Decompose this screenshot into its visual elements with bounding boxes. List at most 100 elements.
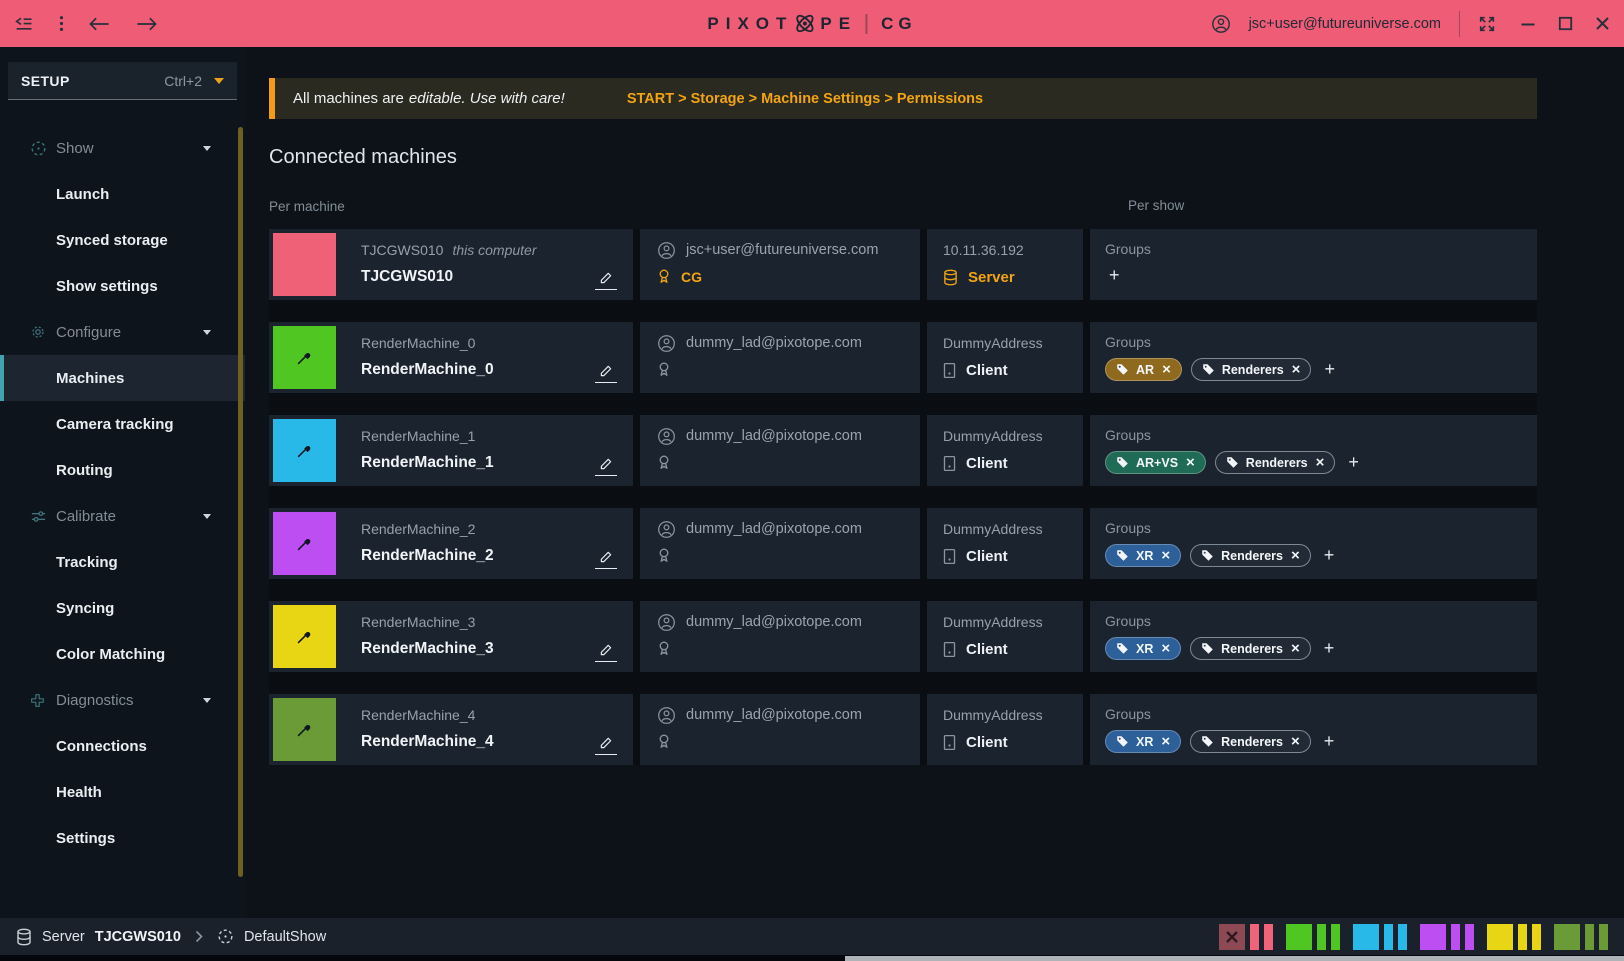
product-label: CG [881,14,917,34]
machine-indicator[interactable] [1420,924,1474,950]
remove-tag-icon[interactable]: × [1291,734,1300,749]
add-group-button[interactable]: + [1324,731,1335,752]
group-tag[interactable]: XR × [1105,730,1181,753]
machine-indicator[interactable] [1219,924,1273,950]
minimize-button[interactable] [1520,17,1536,31]
sidebar-item-settings[interactable]: Settings [0,815,245,861]
role-label: Client [966,641,1008,658]
indicator-bar [1317,924,1326,950]
machine-color-swatch[interactable] [273,233,336,296]
sidebar-item-show-settings[interactable]: Show settings [0,263,245,309]
sidebar-scrollbar[interactable] [238,127,243,877]
add-group-button[interactable]: + [1348,452,1359,473]
edit-name-button[interactable] [595,642,617,662]
group-tag[interactable]: AR × [1105,358,1182,381]
machine-address: DummyAddress [943,707,1043,723]
machine-color-swatch[interactable] [273,512,336,575]
remove-tag-icon[interactable]: × [1291,641,1300,656]
sidebar-item-syncing[interactable]: Syncing [0,585,245,631]
indicator-bar [1250,924,1259,950]
machine-indicator[interactable] [1353,924,1407,950]
machine-name-cell: RenderMachine_4 RenderMachine_4 [269,694,633,765]
machine-color-swatch[interactable] [273,419,336,482]
machine-color-swatch[interactable] [273,698,336,761]
group-tag[interactable]: XR × [1105,544,1181,567]
close-button[interactable] [1595,16,1610,31]
user-email: dummy_lad@pixotope.com [686,521,862,537]
sidebar-label: Show settings [56,278,158,295]
scale-ui-icon[interactable] [1478,15,1496,33]
edit-name-button[interactable] [595,270,617,290]
sidebar-item-camera-tracking[interactable]: Camera tracking [0,401,245,447]
breadcrumb[interactable]: START > Storage > Machine Settings > Per… [627,91,983,107]
sidebar-item-launch[interactable]: Launch [0,171,245,217]
add-group-button[interactable]: + [1324,545,1335,566]
horizontal-scrollbar-thumb[interactable] [845,956,1624,961]
group-tag[interactable]: Renderers × [1215,451,1336,474]
remove-tag-icon[interactable]: × [1292,362,1301,377]
signed-in-email[interactable]: jsc+user@futureuniverse.com [1249,16,1441,32]
sidebar-item-connections[interactable]: Connections [0,723,245,769]
sidebar-item-health[interactable]: Health [0,769,245,815]
edit-name-button[interactable] [595,363,617,383]
edit-name-button[interactable] [595,456,617,476]
collapse-sidebar-icon[interactable] [14,15,35,33]
remove-tag-icon[interactable]: × [1161,641,1170,656]
sidebar-group-configure[interactable]: Configure [0,309,245,355]
indicator-square [1286,924,1312,950]
sidebar-item-routing[interactable]: Routing [0,447,245,493]
role-label: Client [966,548,1008,565]
offline-x-icon [1224,929,1240,945]
group-tag[interactable]: Renderers × [1190,544,1311,567]
maximize-button[interactable] [1558,16,1573,31]
eyedropper-icon [296,349,313,366]
add-group-button[interactable]: + [1109,265,1120,286]
sidebar-item-synced-storage[interactable]: Synced storage [0,217,245,263]
sidebar-group-show[interactable]: Show [0,125,245,171]
edit-name-button[interactable] [595,735,617,755]
client-icon [943,734,956,751]
edit-name-button[interactable] [595,549,617,569]
server-name[interactable]: TJCGWS010 [95,929,181,945]
mode-selector[interactable]: SETUP Ctrl+2 [8,62,237,100]
add-group-button[interactable]: + [1324,359,1335,380]
forward-icon[interactable] [135,16,158,32]
group-tag[interactable]: Renderers × [1190,730,1311,753]
machine-indicator[interactable] [1554,924,1608,950]
logo-text-left: PIXOT [707,14,793,34]
user-email: dummy_lad@pixotope.com [686,428,862,444]
machine-color-swatch[interactable] [273,605,336,668]
atom-icon [791,10,818,37]
sidebar-item-color-matching[interactable]: Color Matching [0,631,245,677]
sidebar-item-tracking[interactable]: Tracking [0,539,245,585]
sidebar-group-diagnostics[interactable]: Diagnostics [0,677,245,723]
sidebar-item-machines[interactable]: Machines [0,355,245,401]
remove-tag-icon[interactable]: × [1161,734,1170,749]
back-icon[interactable] [88,16,111,32]
remove-tag-icon[interactable]: × [1162,362,1171,377]
add-group-button[interactable]: + [1324,638,1335,659]
chevron-right-icon [195,930,203,943]
machine-color-swatch[interactable] [273,326,336,389]
machine-name: RenderMachine_0 [361,361,494,379]
machine-indicator[interactable] [1487,924,1541,950]
titlebar-divider [1459,11,1460,37]
indicator-bar [1585,924,1594,950]
remove-tag-icon[interactable]: × [1316,455,1325,470]
show-name[interactable]: DefaultShow [244,929,326,945]
remove-tag-icon[interactable]: × [1161,548,1170,563]
indicator-bar [1398,924,1407,950]
remove-tag-icon[interactable]: × [1291,548,1300,563]
groups-label: Groups [1105,613,1151,629]
group-tag[interactable]: Renderers × [1190,637,1311,660]
user-icon[interactable] [1211,14,1231,34]
machine-indicator[interactable] [1286,924,1340,950]
group-tag[interactable]: AR+VS × [1105,451,1206,474]
group-tag[interactable]: XR × [1105,637,1181,660]
group-tag[interactable]: Renderers × [1191,358,1312,381]
remove-tag-icon[interactable]: × [1186,455,1195,470]
kebab-menu-icon[interactable] [59,14,64,33]
machine-address-cell: DummyAddress Client [927,508,1083,579]
role-label: Server [968,269,1015,286]
sidebar-group-calibrate[interactable]: Calibrate [0,493,245,539]
